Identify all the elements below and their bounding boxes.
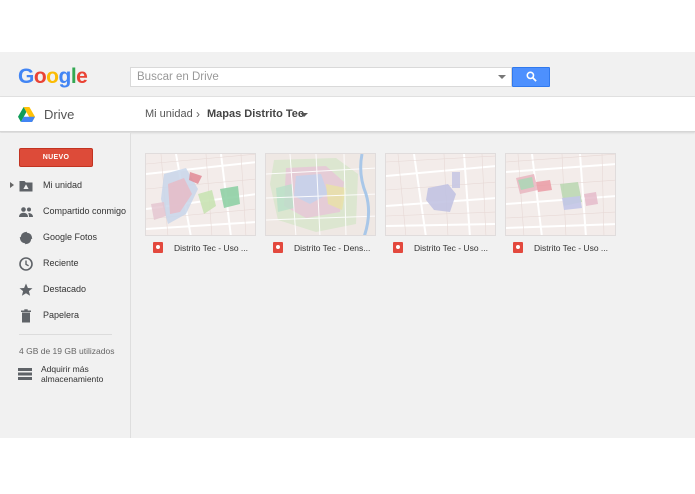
drive-app: Google Drive Mi unidad › Mapas Distrito …: [0, 52, 695, 438]
map-thumbnail[interactable]: [145, 153, 256, 236]
map-thumbnail[interactable]: [505, 153, 616, 236]
my-maps-icon: [393, 242, 403, 253]
sidebar-item-label: Compartido conmigo: [43, 206, 127, 216]
storage-usage-text: 4 GB de 19 GB utilizados: [19, 346, 115, 356]
trash-icon: [21, 309, 31, 323]
file-card[interactable]: Distrito Tec - Dens...: [265, 153, 376, 259]
logo-letter: o: [33, 65, 47, 88]
logo-letter: e: [76, 65, 88, 88]
sidebar-item-shared-with-me[interactable]: Compartido conmigo: [0, 202, 130, 222]
logo-letter: o: [46, 65, 59, 88]
buy-storage-label: Adquirir más almacenamiento: [41, 364, 104, 384]
storage-stack-icon: [18, 368, 32, 380]
file-grid: Distrito Tec - Uso ... Distrito Tec - De…: [131, 133, 695, 438]
file-card[interactable]: Distrito Tec - Uso ...: [505, 153, 616, 259]
drive-title[interactable]: Drive: [44, 107, 74, 122]
sidebar-item-trash[interactable]: Papelera: [0, 306, 130, 326]
sidebar-divider: [19, 334, 112, 335]
buy-storage-link[interactable]: Adquirir más almacenamiento: [0, 364, 130, 388]
folder-drive-icon: [19, 181, 33, 192]
people-icon: [19, 207, 33, 217]
breadcrumb-current-folder[interactable]: Mapas Distrito Tec: [207, 108, 304, 120]
clock-icon: [19, 257, 33, 271]
sidebar-item-starred[interactable]: Destacado: [0, 280, 130, 300]
file-name: Distrito Tec - Uso ...: [174, 243, 248, 253]
sidebar-item-google-photos[interactable]: Google Fotos: [0, 228, 130, 248]
file-label[interactable]: Distrito Tec - Uso ...: [385, 241, 496, 255]
file-card[interactable]: Distrito Tec - Uso ...: [385, 153, 496, 259]
logo-letter: G: [18, 65, 34, 88]
logo-letter: g: [58, 65, 72, 88]
file-label[interactable]: Distrito Tec - Dens...: [265, 241, 376, 255]
file-name: Distrito Tec - Dens...: [294, 243, 371, 253]
search-icon: [526, 71, 537, 82]
sidebar-item-label: Google Fotos: [43, 232, 98, 242]
map-thumbnail-image: [506, 154, 615, 235]
google-drive-logo-icon[interactable]: [18, 107, 35, 122]
sidebar: NUEVO Mi unidad Compartido conmigo Googl…: [0, 133, 131, 438]
sidebar-item-my-drive[interactable]: Mi unidad: [0, 176, 130, 196]
map-thumbnail-image: [146, 154, 255, 235]
my-maps-icon: [513, 242, 523, 253]
sidebar-item-label: Reciente: [43, 258, 79, 268]
map-thumbnail[interactable]: [265, 153, 376, 236]
search-button[interactable]: [512, 67, 550, 87]
file-name: Distrito Tec - Uso ...: [534, 243, 608, 253]
pinwheel-icon: [19, 231, 33, 245]
sidebar-item-label: Mi unidad: [43, 180, 83, 190]
search-options-caret-icon[interactable]: [498, 75, 506, 79]
folder-menu-caret-icon[interactable]: [300, 113, 308, 117]
breadcrumb-separator: ›: [196, 107, 200, 121]
drive-bar: Drive Mi unidad › Mapas Distrito Tec: [0, 97, 695, 132]
sidebar-item-label: Papelera: [43, 310, 80, 320]
breadcrumb-my-drive[interactable]: Mi unidad: [145, 108, 193, 120]
search-box: [130, 67, 512, 87]
my-maps-icon: [273, 242, 283, 253]
star-icon: [19, 283, 33, 296]
top-bar: Google: [0, 52, 695, 97]
sidebar-item-recent[interactable]: Reciente: [0, 254, 130, 274]
expand-arrow-icon[interactable]: [10, 182, 14, 188]
file-label[interactable]: Distrito Tec - Uso ...: [145, 241, 256, 255]
map-thumbnail-image: [386, 154, 495, 235]
search-input[interactable]: [131, 68, 491, 86]
new-button[interactable]: NUEVO: [19, 148, 93, 167]
google-logo[interactable]: Google: [18, 65, 88, 89]
map-thumbnail-image: [266, 154, 375, 235]
map-thumbnail[interactable]: [385, 153, 496, 236]
sidebar-item-label: Destacado: [43, 284, 87, 294]
file-name: Distrito Tec - Uso ...: [414, 243, 488, 253]
file-label[interactable]: Distrito Tec - Uso ...: [505, 241, 616, 255]
file-card[interactable]: Distrito Tec - Uso ...: [145, 153, 256, 259]
my-maps-icon: [153, 242, 163, 253]
